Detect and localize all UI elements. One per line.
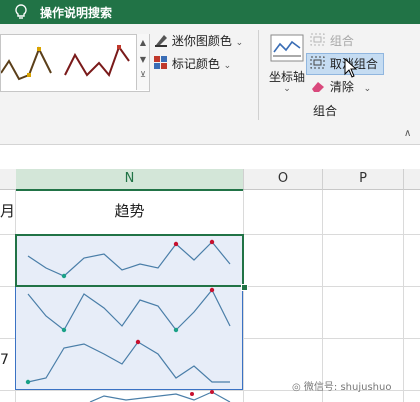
sparkline-style-previews — [0, 44, 130, 81]
sparklines-canvas — [25, 239, 231, 402]
pen-icon — [155, 35, 167, 47]
formula-bar[interactable] — [0, 145, 420, 170]
mouse-cursor-icon — [344, 58, 358, 78]
group-icon — [310, 33, 325, 46]
eraser-icon — [312, 82, 324, 92]
axis-label: 坐标轴 — [268, 70, 305, 84]
high-marker — [209, 287, 215, 293]
sparkline-row-1 — [27, 239, 231, 279]
ribbon-separator — [258, 30, 259, 120]
sparkline-color-button[interactable]: 迷你图颜色 ⌄ — [154, 32, 243, 49]
group-button[interactable]: 组合 — [310, 32, 354, 49]
ungroup-icon — [310, 56, 325, 69]
gallery-up-icon[interactable]: ▲ — [137, 38, 149, 47]
clear-label: 清除 — [329, 80, 354, 94]
gridline — [243, 190, 244, 402]
column-header-m[interactable] — [0, 169, 17, 190]
chevron-down-icon: ⌄ — [363, 84, 372, 94]
month-header-cell[interactable]: 月 — [0, 200, 15, 221]
group-label: 组合 — [329, 34, 354, 48]
gridline — [403, 190, 404, 402]
lightbulb-icon — [15, 4, 27, 19]
chevron-down-icon: ⌄ — [235, 38, 244, 48]
low-marker — [61, 327, 67, 333]
watermark: ◎ 微信号: shujushuo — [292, 378, 391, 393]
low-marker — [61, 273, 67, 279]
column-header-o[interactable]: O — [244, 169, 323, 190]
row-value-cell[interactable]: 7 — [0, 352, 9, 368]
sparkline-row-3 — [25, 339, 230, 385]
marker-color-button[interactable]: 标记颜色 ⌄ — [154, 55, 231, 72]
low-marker — [173, 327, 179, 333]
high-marker — [209, 239, 215, 245]
wechat-icon: ◎ — [292, 382, 301, 393]
chevron-down-icon: ⌄ — [223, 61, 232, 71]
gallery-scroll[interactable]: ▲ ▼ ⊻ — [136, 34, 149, 90]
marker-grid-icon — [154, 56, 167, 69]
tell-me-search[interactable]: 操作说明搜索 — [40, 4, 112, 21]
style-preview-1 — [0, 46, 52, 81]
clear-button[interactable]: 清除 ⌄ — [310, 78, 371, 95]
group-section-label: 组合 — [312, 104, 337, 118]
high-marker — [173, 241, 179, 247]
axis-chart-icon — [270, 34, 304, 62]
marker-color-label: 标记颜色 — [171, 57, 220, 71]
column-header-p[interactable]: P — [323, 169, 404, 190]
sparkline-row-2 — [27, 287, 231, 333]
chevron-down-icon: ⌄ — [283, 84, 291, 94]
watermark-text: 微信号: shujushuo — [303, 382, 392, 393]
column-header-q[interactable] — [404, 169, 420, 190]
trend-header-cell[interactable]: 趋势 — [16, 200, 243, 221]
high-marker — [135, 339, 141, 345]
gallery-more-icon[interactable]: ⊻ — [137, 70, 149, 79]
style-preview-2 — [64, 44, 130, 77]
low-marker — [25, 379, 31, 385]
column-header-n[interactable]: N — [16, 169, 244, 191]
sparkline-style-gallery[interactable] — [0, 34, 150, 92]
gallery-down-icon[interactable]: ▼ — [137, 55, 149, 64]
sparkline-row-4-partial — [89, 390, 231, 402]
collapse-ribbon-icon[interactable]: ∧ — [404, 128, 411, 139]
axis-button[interactable]: 坐标轴 ⌄ — [266, 34, 308, 94]
gridline — [322, 190, 323, 402]
sparkline-color-label: 迷你图颜色 — [171, 34, 232, 48]
